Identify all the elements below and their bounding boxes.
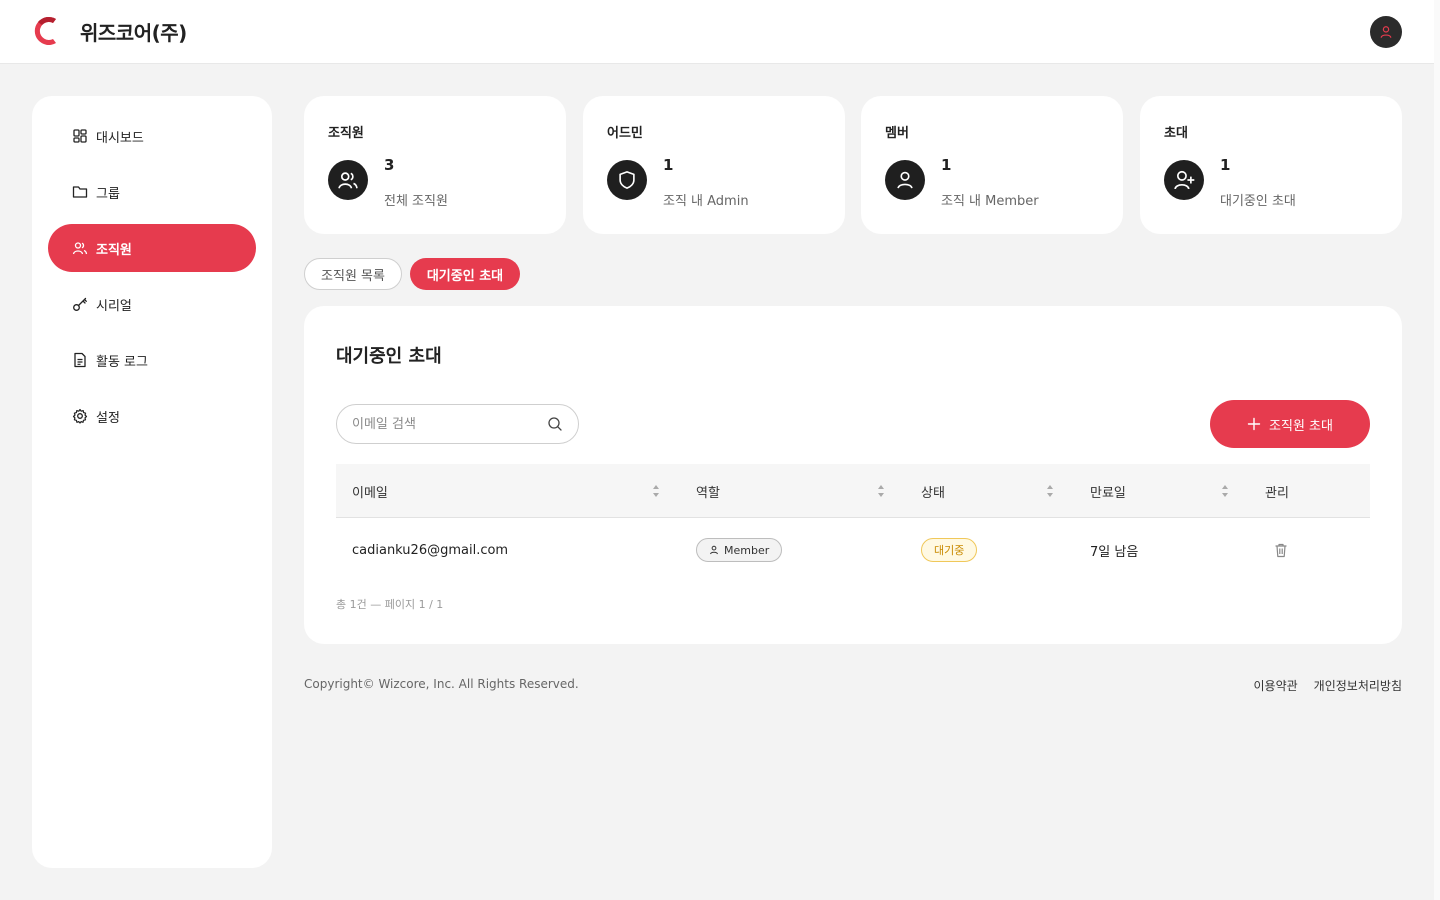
invite-member-label: 조직원 초대 [1269, 418, 1333, 434]
pagination-info: 총 1건 — 페이지 1 / 1 [336, 598, 444, 611]
tab-member-list[interactable]: 조직원 목록 [304, 258, 402, 290]
column-header-email[interactable]: 이메일 [352, 464, 388, 518]
user-avatar[interactable] [1370, 16, 1402, 48]
stat-icon-circle [328, 160, 368, 200]
stat-title: 어드민 [607, 126, 643, 141]
tab-pending-invites[interactable]: 대기중인 초대 [410, 258, 520, 290]
company-name: 위즈코어(주) [80, 21, 187, 45]
search-icon[interactable] [547, 416, 563, 432]
role-badge-label: Member [724, 543, 770, 557]
sidebar-item-activity-log[interactable]: 활동 로그 [48, 336, 256, 384]
company-logo-icon[interactable] [30, 14, 64, 48]
sidebar-item-label: 시리얼 [96, 298, 132, 314]
stat-title: 초대 [1164, 126, 1188, 141]
column-header-status[interactable]: 상태 [921, 464, 945, 518]
stat-card-member-role: 멤버 1 조직 내 Member [861, 96, 1123, 234]
dashboard-icon [73, 129, 87, 143]
sidebar-item-label: 활동 로그 [96, 354, 148, 370]
pending-invites-panel: 대기중인 초대 조직원 초대 이메일 역할 상태 만료일 관리 cadianku… [304, 306, 1402, 644]
sidebar-item-dashboard[interactable]: 대시보드 [48, 112, 256, 160]
privacy-policy-link[interactable]: 개인정보처리방침 [1314, 677, 1402, 694]
shield-icon [619, 171, 635, 189]
panel-title: 대기중인 초대 [336, 346, 442, 367]
cell-role: Member [696, 518, 783, 582]
stat-icon-circle [607, 160, 647, 200]
stat-value: 1 [1220, 156, 1231, 174]
sidebar-item-label: 그룹 [96, 186, 120, 202]
column-header-role[interactable]: 역할 [696, 464, 720, 518]
plus-icon [1247, 417, 1261, 431]
sort-icon[interactable] [877, 484, 885, 498]
stat-card-members: 조직원 3 전체 조직원 [304, 96, 566, 234]
stat-description: 대기중인 초대 [1220, 194, 1296, 209]
stat-card-admins: 어드민 1 조직 내 Admin [583, 96, 845, 234]
sidebar-item-label: 설정 [96, 410, 120, 426]
key-icon [73, 297, 87, 311]
cell-expires: 7일 남음 [1090, 544, 1139, 560]
stat-title: 조직원 [328, 126, 364, 141]
stat-value: 3 [384, 156, 395, 174]
invite-member-button[interactable]: 조직원 초대 [1210, 400, 1370, 448]
sort-icon[interactable] [652, 484, 660, 498]
user-plus-icon [1174, 170, 1195, 190]
cell-status: 대기중 [921, 518, 978, 582]
stat-description: 전체 조직원 [384, 194, 448, 209]
sort-icon[interactable] [1221, 484, 1229, 498]
gear-icon [72, 408, 88, 424]
top-header: 위즈코어(주) [0, 0, 1434, 64]
sidebar-item-label: 대시보드 [96, 130, 144, 146]
stat-description: 조직 내 Admin [663, 194, 749, 209]
terms-link[interactable]: 이용약관 [1254, 677, 1298, 694]
column-header-manage: 관리 [1265, 485, 1289, 501]
column-header-expires[interactable]: 만료일 [1090, 464, 1126, 518]
stat-icon-circle [885, 160, 925, 200]
sidebar-item-groups[interactable]: 그룹 [48, 168, 256, 216]
stat-icon-circle [1164, 160, 1204, 200]
sidebar-item-label: 조직원 [96, 242, 132, 258]
user-icon [1380, 26, 1392, 38]
cell-manage [1273, 518, 1289, 582]
stat-card-invites: 초대 1 대기중인 초대 [1140, 96, 1402, 234]
footer-links: 이용약관 개인정보처리방침 [1254, 677, 1403, 694]
table-row: cadianku26@gmail.com Member 대기중 7일 남음 [336, 518, 1370, 582]
document-icon [74, 352, 86, 368]
sidebar-item-members[interactable]: 조직원 [48, 224, 256, 272]
status-badge: 대기중 [921, 538, 978, 562]
role-badge: Member [696, 538, 783, 562]
sidebar-item-serial[interactable]: 시리얼 [48, 280, 256, 328]
copyright-text: Copyright© Wizcore, Inc. All Rights Rese… [304, 677, 579, 691]
table-header: 이메일 역할 상태 만료일 관리 [336, 464, 1370, 518]
scrollbar-track[interactable] [1434, 0, 1440, 900]
stat-description: 조직 내 Member [941, 194, 1039, 209]
sort-icon[interactable] [1046, 484, 1054, 498]
stat-value: 1 [663, 156, 674, 174]
folder-icon [72, 186, 88, 198]
stat-value: 1 [941, 156, 952, 174]
sidebar-item-settings[interactable]: 설정 [48, 392, 256, 440]
search-box [336, 404, 579, 444]
user-icon [710, 545, 718, 555]
trash-icon[interactable] [1273, 542, 1289, 558]
cell-email: cadianku26@gmail.com [352, 542, 509, 558]
search-input[interactable] [352, 405, 542, 443]
stat-title: 멤버 [885, 126, 909, 141]
sidebar: 대시보드 그룹 조직원 시리얼 활동 로그 설정 [32, 96, 272, 868]
users-icon [338, 172, 358, 189]
user-icon [897, 171, 913, 189]
users-icon [72, 242, 88, 255]
